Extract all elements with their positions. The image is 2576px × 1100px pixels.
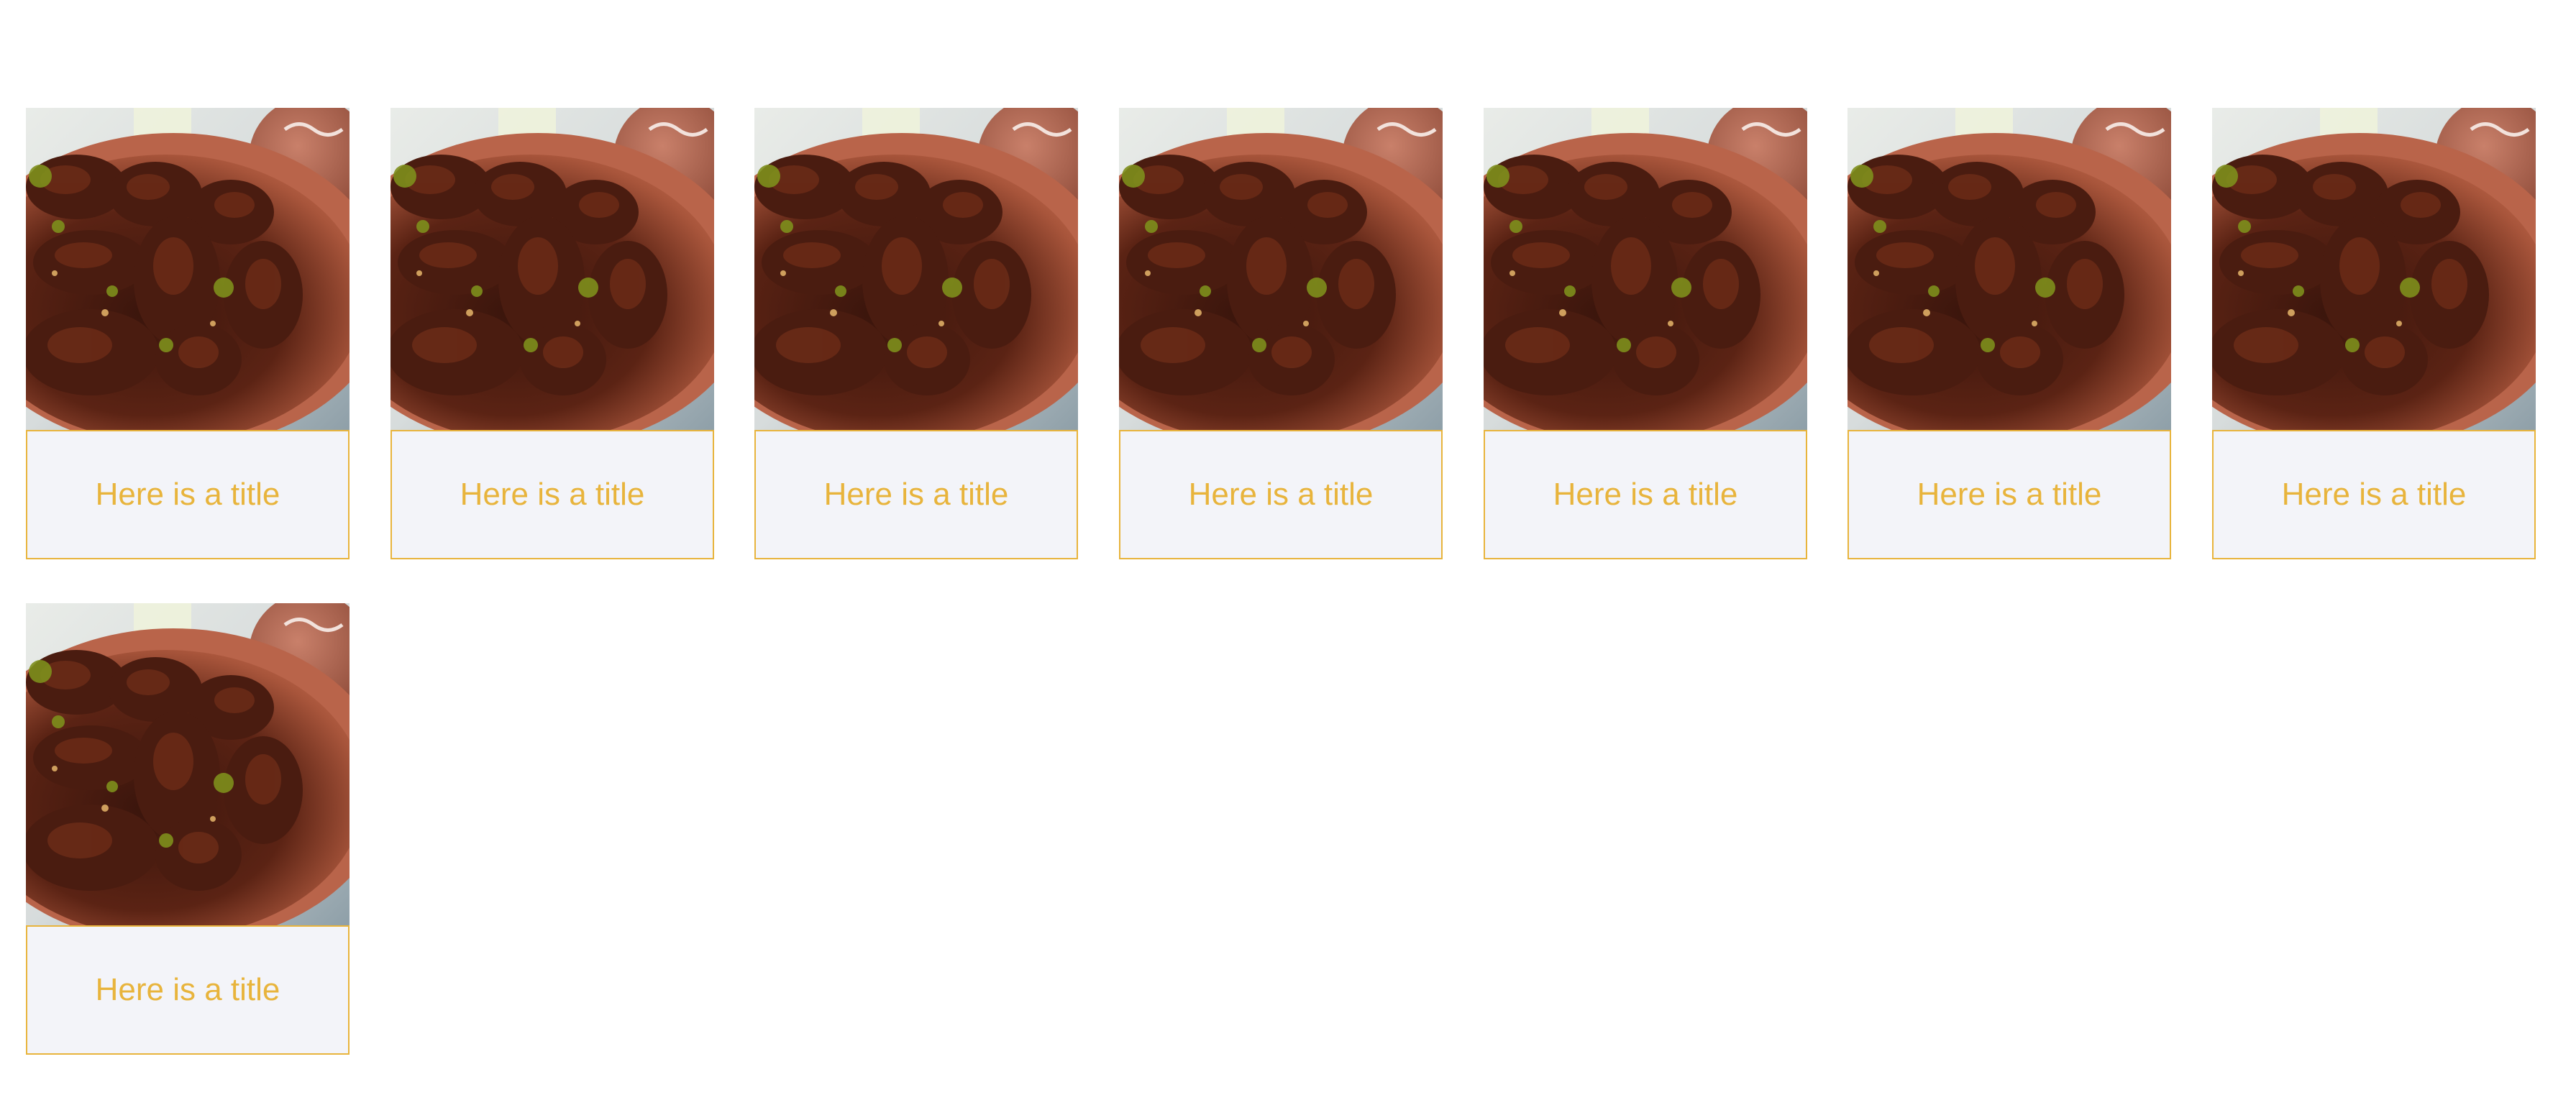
card-image[interactable]: [2212, 108, 2536, 431]
card-image[interactable]: [754, 108, 1078, 431]
card-footer[interactable]: Here is a title: [26, 430, 350, 559]
card-image[interactable]: [1484, 108, 1807, 431]
card-image[interactable]: [390, 108, 714, 431]
card-image[interactable]: [1847, 108, 2171, 431]
card-grid: Here is a title Here is a title Here is …: [0, 0, 2576, 1100]
card-title: Here is a title: [1188, 477, 1374, 512]
card[interactable]: Here is a title: [26, 108, 350, 559]
card-title: Here is a title: [823, 477, 1009, 512]
card[interactable]: Here is a title: [390, 108, 714, 559]
card-title: Here is a title: [1917, 477, 2102, 512]
card[interactable]: Here is a title: [2212, 108, 2536, 559]
card-footer[interactable]: Here is a title: [1119, 430, 1443, 559]
card-image[interactable]: [26, 108, 350, 431]
card[interactable]: Here is a title: [754, 108, 1078, 559]
card-title: Here is a title: [95, 972, 280, 1007]
card-footer[interactable]: Here is a title: [1484, 430, 1807, 559]
card[interactable]: Here is a title: [1119, 108, 1443, 559]
card-image[interactable]: [26, 603, 350, 927]
card[interactable]: Here is a title: [1484, 108, 1807, 559]
food-photo-image: [1484, 108, 1807, 431]
food-photo-image: [754, 108, 1078, 431]
card-title: Here is a title: [460, 477, 645, 512]
card-footer[interactable]: Here is a title: [2212, 430, 2536, 559]
card-image[interactable]: [1119, 108, 1443, 431]
card-footer[interactable]: Here is a title: [754, 430, 1078, 559]
card-footer[interactable]: Here is a title: [26, 925, 350, 1055]
food-photo-image: [26, 108, 350, 431]
food-photo-image: [1847, 108, 2171, 431]
card-title: Here is a title: [95, 477, 280, 512]
food-photo-image: [26, 603, 350, 927]
food-photo-image: [390, 108, 714, 431]
card-title: Here is a title: [2281, 477, 2467, 512]
card-footer[interactable]: Here is a title: [1847, 430, 2171, 559]
food-photo-image: [2212, 108, 2536, 431]
card[interactable]: Here is a title: [1847, 108, 2171, 559]
card-title: Here is a title: [1553, 477, 1738, 512]
card[interactable]: Here is a title: [26, 603, 350, 1055]
card-footer[interactable]: Here is a title: [390, 430, 714, 559]
food-photo-image: [1119, 108, 1443, 431]
